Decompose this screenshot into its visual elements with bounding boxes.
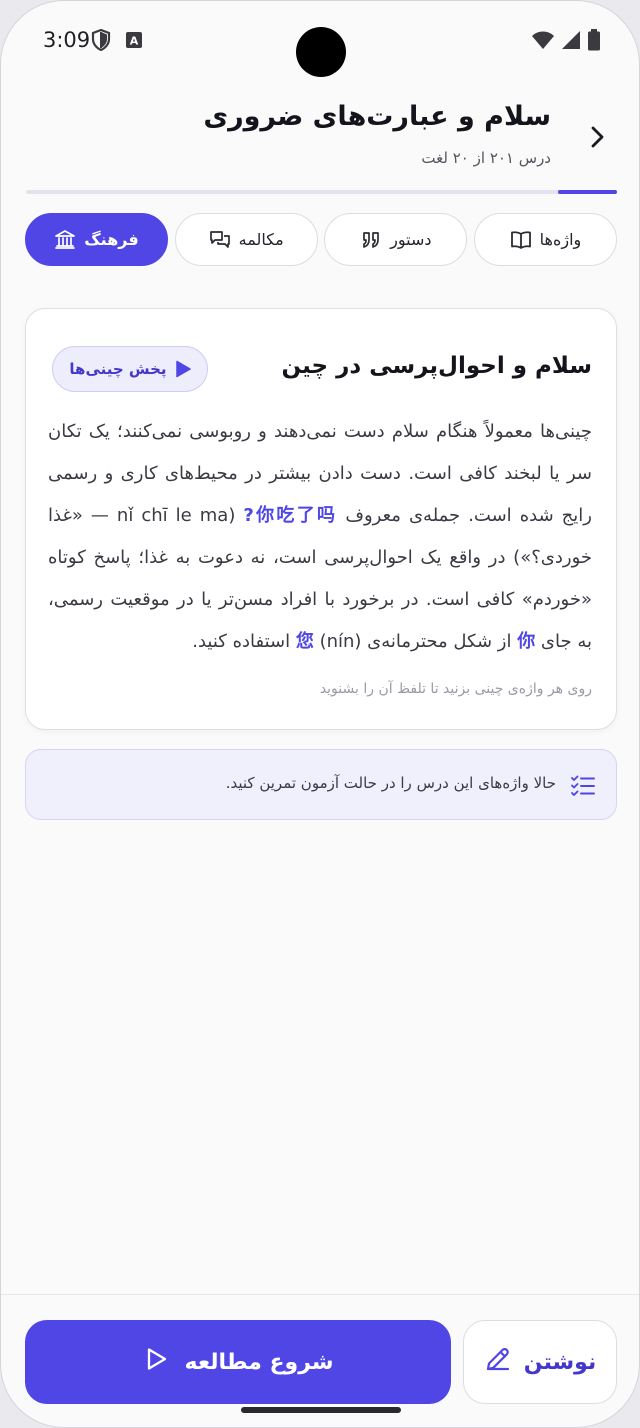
- status-bar: 3:09 A: [1, 1, 639, 81]
- lesson-header: سلام و عبارت‌های ضروری درس ۲۰۱ از ۲۰ لغت: [1, 91, 639, 191]
- card-title: سلام و احوال‌پرسی در چین: [281, 353, 592, 379]
- tip-text: حالا واژه‌های این درس را در حالت آزمون ت…: [225, 774, 556, 792]
- front-camera: [296, 27, 346, 77]
- play-chinese-label: پخش چینی‌ها: [69, 360, 167, 378]
- chat-icon: [209, 229, 231, 251]
- shield-icon: [91, 28, 111, 55]
- signal-icon: [561, 30, 581, 54]
- bank-icon: [54, 229, 76, 251]
- quote-icon: [360, 229, 382, 251]
- chinese-word[interactable]: 你: [517, 631, 535, 652]
- tab-culture-label: فرهنگ: [84, 230, 139, 249]
- tab-conversation[interactable]: مکالمه: [174, 213, 318, 266]
- checklist-icon: [570, 773, 596, 799]
- quiz-tip-banner: حالا واژه‌های این درس را در حالت آزمون ت…: [25, 749, 617, 820]
- back-button[interactable]: [579, 119, 615, 155]
- tab-conversation-label: مکالمه: [238, 230, 284, 249]
- card-hint: روی هر واژه‌ی چینی بزنید تا تلفظ آن را ب…: [319, 681, 592, 697]
- section-tabs: واژه‌ها دستور مکالمه فرهنگ: [25, 213, 617, 266]
- writing-button[interactable]: نوشتن: [463, 1320, 617, 1404]
- battery-icon: [587, 29, 601, 55]
- status-left-icons: A: [91, 28, 143, 55]
- bottom-divider: [1, 1294, 639, 1295]
- lesson-progress-bar: [26, 190, 617, 194]
- tab-culture[interactable]: فرهنگ: [25, 213, 168, 266]
- a-box-icon: A: [125, 31, 143, 53]
- lesson-subtitle: درس ۲۰۱ از ۲۰ لغت: [421, 149, 551, 167]
- tab-grammar-label: دستور: [390, 230, 432, 249]
- chinese-word[interactable]: 您: [296, 631, 314, 652]
- wifi-icon: [531, 30, 555, 54]
- start-study-label: شروع مطالعه: [184, 1349, 334, 1375]
- body-text-part: (nín) استفاده کنید.: [192, 631, 362, 652]
- card-body-text: چینی‌ها معمولاً هنگام سلام دست نمی‌دهند …: [48, 411, 592, 663]
- book-icon: [510, 229, 532, 251]
- tab-vocabulary[interactable]: واژه‌ها: [473, 213, 617, 266]
- phone-screen: 3:09 A سلام و عبارت‌های ضروری: [0, 0, 640, 1428]
- writing-label: نوشتن: [523, 1349, 597, 1375]
- tab-grammar[interactable]: دستور: [324, 213, 468, 266]
- lesson-progress-fill: [557, 190, 617, 194]
- play-chinese-button[interactable]: پخش چینی‌ها: [52, 346, 208, 392]
- tab-vocabulary-label: واژه‌ها: [539, 230, 582, 249]
- culture-card: سلام و احوال‌پرسی در چین پخش چینی‌ها چین…: [25, 308, 617, 730]
- status-time: 3:09: [43, 28, 91, 52]
- chinese-word[interactable]: 你吃了吗?: [243, 505, 337, 526]
- play-outline-icon: [143, 1346, 169, 1378]
- body-text-part: (nǐ chī le ma — «غذا خوردی؟») در واقع یک…: [48, 505, 592, 652]
- play-icon: [175, 360, 191, 378]
- body-text-part: از شکل محترمانه‌ی: [361, 631, 518, 652]
- svg-text:A: A: [130, 35, 139, 48]
- chevron-right-icon: [591, 126, 604, 148]
- page-title: سلام و عبارت‌های ضروری: [203, 101, 551, 132]
- start-study-button[interactable]: شروع مطالعه: [25, 1320, 451, 1404]
- pencil-icon: [484, 1345, 512, 1379]
- home-indicator[interactable]: [241, 1407, 401, 1413]
- status-right-icons: [531, 29, 601, 55]
